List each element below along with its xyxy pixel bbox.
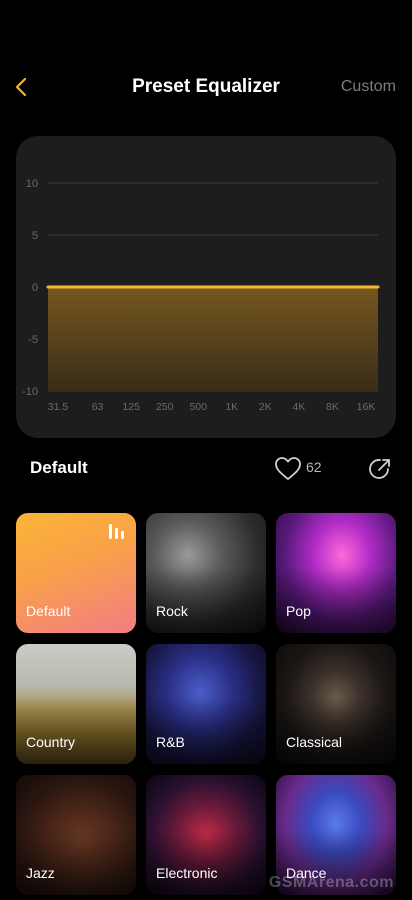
band-point	[96, 285, 100, 289]
top-bar: Preset Equalizer Custom	[0, 60, 412, 116]
band-point	[263, 285, 267, 289]
x-tick-label: 4K	[292, 401, 305, 413]
tile-label: Country	[26, 734, 76, 750]
preset-tile-default[interactable]: Default	[16, 513, 136, 633]
custom-button[interactable]: Custom	[341, 78, 396, 96]
tile-label: Classical	[286, 734, 343, 750]
equalizer-graph: 10 5 0 -5 -10 31.5 63 125 250 500 1K 2K 4K 8K 16K	[22, 178, 380, 413]
heart-icon[interactable]	[272, 454, 304, 482]
preset-name: Default	[30, 458, 88, 477]
band-point	[330, 285, 334, 289]
preset-tile-pop[interactable]: Pop	[276, 513, 396, 633]
preset-tile-rnb[interactable]: R&B	[146, 644, 266, 764]
y-tick-label: 0	[32, 282, 38, 294]
x-tick-label: 1K	[225, 401, 238, 413]
preset-tile-electronic[interactable]: Electronic	[146, 775, 266, 895]
band-point	[129, 285, 133, 289]
preset-info-row: Default 62	[0, 446, 412, 490]
x-tick-label: 500	[189, 401, 207, 413]
equalizer-chart[interactable]: 10 5 0 -5 -10 31.5 63 125 250 500 1K 2K 4K 8K 16K	[16, 136, 396, 438]
preset-tile-classical[interactable]: Classical	[276, 644, 396, 764]
y-tick-label: -10	[22, 386, 38, 398]
preset-tile-rock[interactable]: Rock	[146, 513, 266, 633]
like-count: 62	[306, 459, 322, 475]
x-tick-label: 31.5	[48, 401, 69, 413]
tile-label: Jazz	[26, 865, 55, 881]
band-point	[297, 285, 301, 289]
preset-tile-jazz[interactable]: Jazz	[16, 775, 136, 895]
response-area	[48, 287, 378, 391]
band-point	[364, 285, 368, 289]
y-tick-label: 10	[26, 178, 38, 190]
band-point	[163, 285, 167, 289]
x-tick-label: 63	[92, 401, 104, 413]
equalizer-bars-icon	[109, 524, 124, 539]
x-tick-label: 16K	[357, 401, 376, 413]
y-tick-label: -5	[28, 334, 38, 346]
band-point	[62, 285, 66, 289]
tile-label: Default	[26, 603, 71, 619]
band-point	[196, 285, 200, 289]
tile-label: Pop	[286, 603, 311, 619]
y-tick-label: 5	[32, 230, 38, 242]
band-point	[230, 285, 234, 289]
tile-label: Rock	[156, 603, 188, 619]
x-tick-label: 2K	[259, 401, 272, 413]
share-icon[interactable]	[366, 455, 394, 483]
x-tick-label: 125	[122, 401, 140, 413]
x-tick-label: 8K	[326, 401, 339, 413]
tile-label: R&B	[156, 734, 185, 750]
back-arrow-icon[interactable]	[10, 74, 36, 100]
tile-label: Electronic	[156, 865, 218, 881]
x-tick-label: 250	[156, 401, 174, 413]
watermark: GSMArena.com	[268, 874, 394, 891]
preset-tile-country[interactable]: Country	[16, 644, 136, 764]
